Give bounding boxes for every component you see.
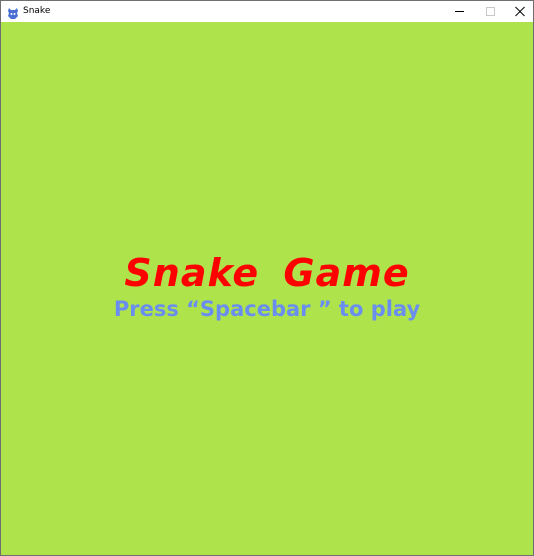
close-icon bbox=[515, 6, 525, 17]
game-canvas[interactable]: Snake Game Press “Spacebar ” to play bbox=[1, 22, 533, 555]
window-title: Snake bbox=[23, 6, 51, 16]
minimize-button[interactable] bbox=[444, 1, 474, 22]
snake-app-icon bbox=[7, 5, 19, 19]
minimize-icon bbox=[455, 11, 464, 12]
start-prompt: Press “Spacebar ” to play bbox=[113, 297, 421, 321]
title-bar[interactable]: Snake bbox=[1, 1, 533, 22]
maximize-icon bbox=[486, 7, 495, 16]
close-button[interactable] bbox=[505, 1, 533, 22]
app-window: Snake Snake Game Press “Spacebar ” to pl… bbox=[0, 0, 534, 556]
maximize-button[interactable] bbox=[475, 1, 505, 22]
game-title: Snake Game bbox=[124, 251, 410, 295]
